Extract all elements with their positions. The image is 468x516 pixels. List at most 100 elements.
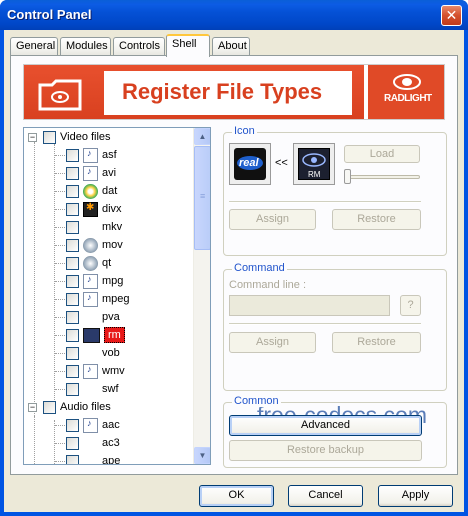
checkbox[interactable] bbox=[43, 130, 56, 144]
tree-scrollbar[interactable]: ▲ ≡ ▼ bbox=[193, 128, 210, 464]
checkbox[interactable] bbox=[66, 274, 79, 288]
tree-item-divx[interactable]: divx bbox=[55, 200, 122, 218]
apply-button[interactable]: Apply bbox=[378, 485, 453, 507]
tree-item-vob[interactable]: vob bbox=[55, 344, 120, 362]
checkbox[interactable] bbox=[66, 148, 79, 162]
ok-button[interactable]: OK bbox=[199, 485, 274, 507]
realmedia-icon bbox=[83, 327, 100, 343]
file-icon bbox=[83, 291, 98, 307]
checkbox[interactable] bbox=[43, 400, 56, 414]
file-icon bbox=[83, 147, 98, 163]
tree-item-wmv[interactable]: wmv bbox=[55, 362, 125, 380]
checkbox[interactable] bbox=[66, 292, 79, 306]
tree-item-label: mpg bbox=[102, 275, 124, 287]
tree-item-label: qt bbox=[102, 257, 112, 269]
collapse-icon[interactable]: − bbox=[28, 132, 37, 142]
current-icon-preview: real bbox=[229, 143, 271, 185]
tree-item-label: wmv bbox=[102, 365, 125, 377]
tree-item-label-selected: rm bbox=[104, 327, 125, 343]
file-icon bbox=[83, 363, 98, 379]
tree-item-mpeg[interactable]: mpeg bbox=[55, 290, 130, 308]
divx-icon bbox=[83, 201, 98, 217]
tab-modules[interactable]: Modules bbox=[60, 37, 111, 56]
restore-backup-button[interactable]: Restore backup bbox=[229, 440, 422, 461]
checkbox[interactable] bbox=[66, 220, 79, 234]
file-icon bbox=[83, 165, 98, 181]
icon-assign-button[interactable]: Assign bbox=[229, 209, 316, 230]
command-restore-button[interactable]: Restore bbox=[332, 332, 421, 353]
tree-item-label: vob bbox=[102, 347, 120, 359]
tree-item-swf[interactable]: swf bbox=[55, 380, 119, 398]
icon-group: Icon real << RM Load Assign Restore bbox=[223, 125, 447, 256]
title-bar[interactable]: Control Panel ✕ bbox=[0, 0, 468, 30]
load-button[interactable]: Load bbox=[344, 145, 420, 163]
icon-index-slider[interactable] bbox=[344, 175, 420, 179]
tree-item-label: mkv bbox=[102, 221, 123, 233]
checkbox[interactable] bbox=[66, 328, 79, 342]
file-types-tree[interactable]: − Video files asf avi dat divx mkv mov q… bbox=[23, 127, 211, 465]
tree-line bbox=[34, 416, 35, 464]
tree-group-label: Video files bbox=[60, 131, 111, 143]
checkbox[interactable] bbox=[66, 184, 79, 198]
scroll-down-icon[interactable]: ▼ bbox=[194, 447, 210, 464]
tree-item-pva[interactable]: pva bbox=[55, 308, 120, 326]
tab-shell[interactable]: Shell bbox=[166, 34, 210, 57]
arrow-indicator: << bbox=[275, 157, 288, 169]
advanced-button[interactable]: Advanced bbox=[229, 415, 422, 436]
icon-restore-button[interactable]: Restore bbox=[332, 209, 421, 230]
tree-item-mov[interactable]: mov bbox=[55, 236, 123, 254]
quicktime-icon bbox=[83, 255, 98, 271]
checkbox[interactable] bbox=[66, 346, 79, 360]
tree-item-label: mpeg bbox=[102, 293, 130, 305]
command-line-input[interactable] bbox=[229, 295, 390, 316]
tab-about[interactable]: About bbox=[212, 37, 250, 56]
checkbox[interactable] bbox=[66, 202, 79, 216]
checkbox[interactable] bbox=[66, 382, 79, 396]
tree-item-avi[interactable]: avi bbox=[55, 164, 116, 182]
collapse-icon[interactable]: − bbox=[28, 402, 37, 412]
command-assign-button[interactable]: Assign bbox=[229, 332, 316, 353]
tree-item-label: avi bbox=[102, 167, 117, 179]
scroll-thumb[interactable]: ≡ bbox=[194, 146, 210, 250]
checkbox[interactable] bbox=[66, 454, 79, 464]
checkbox[interactable] bbox=[66, 364, 79, 378]
slider-thumb[interactable] bbox=[344, 169, 351, 184]
checkbox[interactable] bbox=[66, 310, 79, 324]
eye-icon bbox=[302, 153, 326, 167]
tree-group-video[interactable]: − Video files bbox=[28, 128, 111, 146]
tree-item-ape[interactable]: ape bbox=[55, 452, 121, 465]
checkbox[interactable] bbox=[66, 256, 79, 270]
rm-icon-text: RM bbox=[308, 170, 321, 179]
checkbox[interactable] bbox=[66, 238, 79, 252]
tree-item-asf[interactable]: asf bbox=[55, 146, 117, 164]
tree-group-label: Audio files bbox=[60, 401, 111, 413]
real-icon-text: real bbox=[239, 157, 259, 169]
tab-general[interactable]: General bbox=[10, 37, 58, 56]
tree-item-aac[interactable]: aac bbox=[55, 416, 120, 434]
control-panel-window: Control Panel ✕ General Modules Controls… bbox=[0, 0, 468, 516]
tree-item-mpg[interactable]: mpg bbox=[55, 272, 123, 290]
checkbox[interactable] bbox=[66, 166, 79, 180]
tab-controls[interactable]: Controls bbox=[113, 37, 165, 56]
banner-title: Register File Types bbox=[122, 79, 323, 104]
tree-item-qt[interactable]: qt bbox=[55, 254, 111, 272]
cancel-button[interactable]: Cancel bbox=[288, 485, 363, 507]
tree-item-dat[interactable]: dat bbox=[55, 182, 117, 200]
window-title: Control Panel bbox=[7, 7, 92, 22]
tree-group-audio[interactable]: − Audio files bbox=[28, 398, 111, 416]
common-group-title: Common bbox=[232, 395, 281, 407]
checkbox[interactable] bbox=[66, 436, 79, 450]
tree-item-label: asf bbox=[102, 149, 117, 161]
file-icon bbox=[83, 273, 98, 289]
tree-item-mkv[interactable]: mkv bbox=[55, 218, 122, 236]
help-button[interactable]: ? bbox=[400, 295, 421, 316]
tree-item-rm[interactable]: rm bbox=[55, 326, 125, 344]
shell-tab-panel: Register File Types RADLIGHT − Video fil… bbox=[10, 55, 458, 475]
checkbox[interactable] bbox=[66, 418, 79, 432]
tree-item-label: ape bbox=[102, 455, 121, 465]
close-button[interactable]: ✕ bbox=[441, 5, 462, 26]
common-group: Common Advanced Restore backup bbox=[223, 395, 447, 468]
scroll-up-icon[interactable]: ▲ bbox=[194, 128, 210, 145]
tree-item-ac3[interactable]: ac3 bbox=[55, 434, 120, 452]
radlight-logo: RADLIGHT bbox=[368, 65, 444, 119]
